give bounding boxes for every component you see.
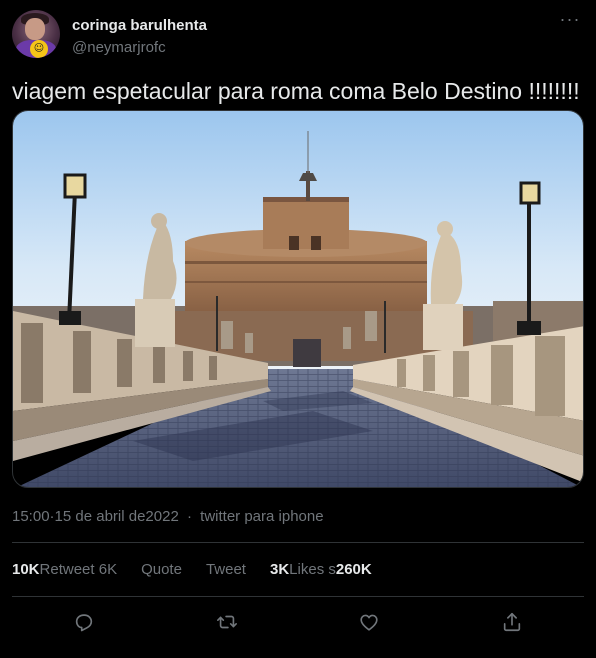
tweet-container: ☺ coringa barulhenta @neymarjrofc ··· vi… [0,0,596,658]
more-options-icon[interactable]: ··· [558,10,582,32]
share-button[interactable] [498,608,526,636]
photo-castel-sant-angelo [13,111,583,487]
tweet-source[interactable]: twitter para iphone [200,508,323,525]
tweet-photo[interactable] [12,110,584,488]
quotes-stat[interactable]: Quote [141,561,182,578]
emoji-icon: ☺ [30,40,48,58]
heart-icon [360,614,378,631]
tweet-meta: 15:00·15 de abril de2022 · twitter para … [12,507,324,527]
meta-separator: · [186,508,192,525]
tweet-stat[interactable]: Tweet [206,561,246,578]
retweets-label: Retweet 6K [39,561,118,578]
retweet-icon [217,615,237,629]
user-handle[interactable]: @neymarjrofc [72,38,207,58]
divider-bottom [12,596,584,597]
tweet-actions [0,608,596,636]
tweet-stats: 10KRetweet 6K Quote Tweet 3KLikes s260K [12,560,372,580]
likes-label: Likes s [289,561,336,578]
avatar-face [25,18,45,40]
likes-count: 3K [269,561,290,578]
display-name[interactable]: coringa barulhenta [72,16,207,36]
divider-top [12,542,584,543]
retweet-button[interactable] [213,608,241,636]
retweets-stat[interactable]: 10KRetweet 6K [12,561,117,578]
reply-button[interactable] [70,608,98,636]
likes-stat[interactable]: 3KLikes s260K [270,561,372,578]
retweets-count: 10K [12,561,40,578]
share-icon [503,612,521,632]
tweet-header: ☺ coringa barulhenta @neymarjrofc ··· [12,10,584,62]
tweet-text: viagem espetacular para roma coma Belo D… [12,78,580,104]
avatar[interactable]: ☺ [12,10,60,58]
reply-icon [75,614,93,632]
tweet-timestamp[interactable]: 15:00·15 de abril de2022 [12,508,179,525]
user-names: coringa barulhenta @neymarjrofc [72,16,207,58]
likes-extra: 260K [335,561,372,578]
like-button[interactable] [355,608,383,636]
